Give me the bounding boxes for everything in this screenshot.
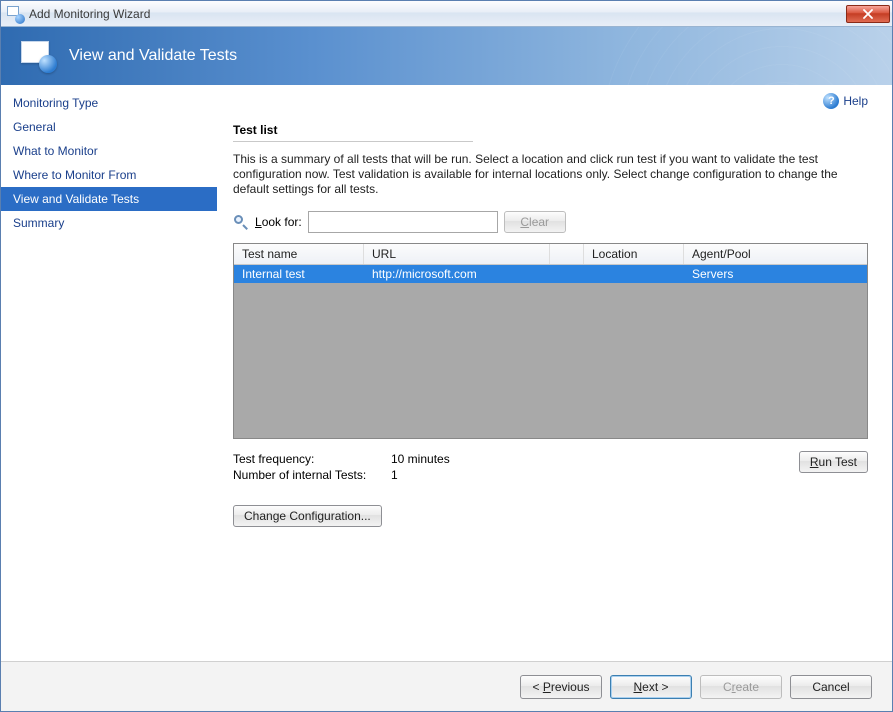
section-description: This is a summary of all tests that will…	[233, 152, 868, 197]
test-grid: Test name URL Location Agent/Pool Intern…	[233, 243, 868, 439]
cancel-button[interactable]: Cancel	[790, 675, 872, 699]
col-url[interactable]: URL	[364, 244, 550, 264]
lookfor-input[interactable]	[308, 211, 498, 233]
help-icon: ?	[823, 93, 839, 109]
main-content: ? Help Test list This is a summary of al…	[217, 85, 892, 661]
count-label: Number of internal Tests:	[233, 467, 391, 483]
cell-url: http://microsoft.com	[364, 267, 550, 281]
section-rule	[233, 141, 473, 142]
run-test-button[interactable]: Run Test	[799, 451, 868, 473]
section-title: Test list	[233, 123, 868, 137]
sidebar-item-summary[interactable]: Summary	[1, 211, 217, 235]
sidebar-item-general[interactable]: General	[1, 115, 217, 139]
search-icon	[233, 214, 249, 230]
col-location[interactable]: Location	[584, 244, 684, 264]
col-test-name[interactable]: Test name	[234, 244, 364, 264]
banner-icon	[21, 41, 55, 71]
cell-test-name: Internal test	[234, 267, 364, 281]
col-blank[interactable]	[550, 244, 584, 264]
window-title: Add Monitoring Wizard	[29, 7, 846, 21]
grid-body: Internal test http://microsoft.com Serve…	[234, 265, 867, 438]
titlebar: Add Monitoring Wizard	[1, 1, 892, 27]
help-link[interactable]: ? Help	[823, 93, 868, 109]
sidebar-item-monitoring-type[interactable]: Monitoring Type	[1, 91, 217, 115]
count-value: 1	[391, 467, 450, 483]
lookfor-row: Look for: Clear	[233, 211, 868, 233]
freq-label: Test frequency:	[233, 451, 391, 467]
help-label: Help	[843, 94, 868, 108]
table-row[interactable]: Internal test http://microsoft.com Serve…	[234, 265, 867, 283]
banner: View and Validate Tests	[1, 27, 892, 85]
clear-button[interactable]: Clear	[504, 211, 566, 233]
previous-button[interactable]: < Previous	[520, 675, 602, 699]
close-button[interactable]	[846, 5, 890, 23]
change-configuration-button[interactable]: Change Configuration...	[233, 505, 382, 527]
lookfor-label: Look for:	[255, 215, 302, 229]
meta-labels: Test frequency: Number of internal Tests…	[233, 451, 391, 483]
cell-agent-pool: Servers	[684, 267, 867, 281]
col-agent-pool[interactable]: Agent/Pool	[684, 244, 867, 264]
banner-title: View and Validate Tests	[69, 47, 237, 65]
app-icon	[7, 6, 23, 22]
freq-value: 10 minutes	[391, 451, 450, 467]
sidebar-item-view-and-validate-tests[interactable]: View and Validate Tests	[1, 187, 217, 211]
create-button[interactable]: Create	[700, 675, 782, 699]
close-icon	[863, 9, 873, 19]
footer: < Previous Next > Create Cancel	[1, 661, 892, 711]
meta-values: 10 minutes 1	[391, 451, 450, 483]
sidebar-item-what-to-monitor[interactable]: What to Monitor	[1, 139, 217, 163]
next-button[interactable]: Next >	[610, 675, 692, 699]
sidebar-item-where-to-monitor-from[interactable]: Where to Monitor From	[1, 163, 217, 187]
grid-header: Test name URL Location Agent/Pool	[234, 244, 867, 265]
sidebar: Monitoring Type General What to Monitor …	[1, 85, 217, 661]
meta-row: Test frequency: Number of internal Tests…	[233, 451, 868, 483]
